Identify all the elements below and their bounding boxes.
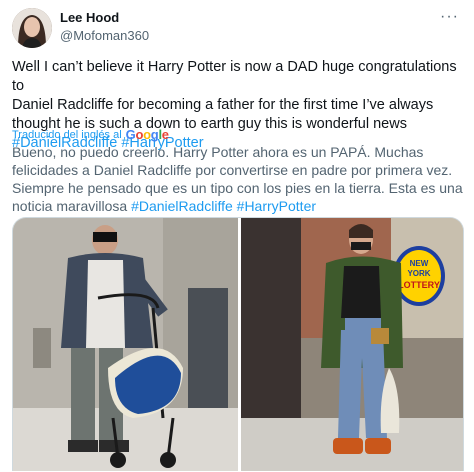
user-name[interactable]: Lee Hood: [60, 10, 119, 25]
lottery-sign-line2: YORK: [407, 269, 430, 278]
lottery-sign-line1: NEW: [410, 259, 429, 268]
avatar[interactable]: [12, 8, 52, 48]
hashtag-link[interactable]: #HarryPotter: [237, 198, 316, 214]
photo-right[interactable]: NEW YORK LOTTERY: [241, 218, 463, 471]
translated-line: Siempre he pensado que es un tipo con lo…: [12, 180, 463, 196]
translation-attribution[interactable]: Traducido del inglés al Google: [12, 127, 169, 142]
hashtag-link[interactable]: #DanielRadcliffe: [131, 198, 233, 214]
user-handle[interactable]: @Mofoman360: [60, 28, 149, 43]
translated-line: Bueno, no puedo creerlo. Harry Potter ah…: [12, 144, 424, 160]
lottery-sign-line3: LOTTERY: [398, 280, 440, 290]
photo-left[interactable]: [13, 218, 238, 471]
translation-label: Traducido del inglés al: [12, 128, 122, 141]
tweet-line: Daniel Radcliffe for becoming a father f…: [12, 97, 434, 113]
more-horizontal-icon[interactable]: ···: [440, 8, 459, 26]
google-logo: Google: [125, 127, 169, 142]
tweet-line: Well I can’t believe it Harry Potter is …: [12, 59, 457, 94]
translated-text: Bueno, no puedo creerlo. Harry Potter ah…: [12, 143, 464, 215]
translated-line: felicidades a Daniel Radcliffe por conve…: [12, 162, 453, 178]
media-grid: NEW YORK LOTTERY: [12, 217, 464, 471]
translated-line: noticia maravillosa: [12, 198, 128, 214]
